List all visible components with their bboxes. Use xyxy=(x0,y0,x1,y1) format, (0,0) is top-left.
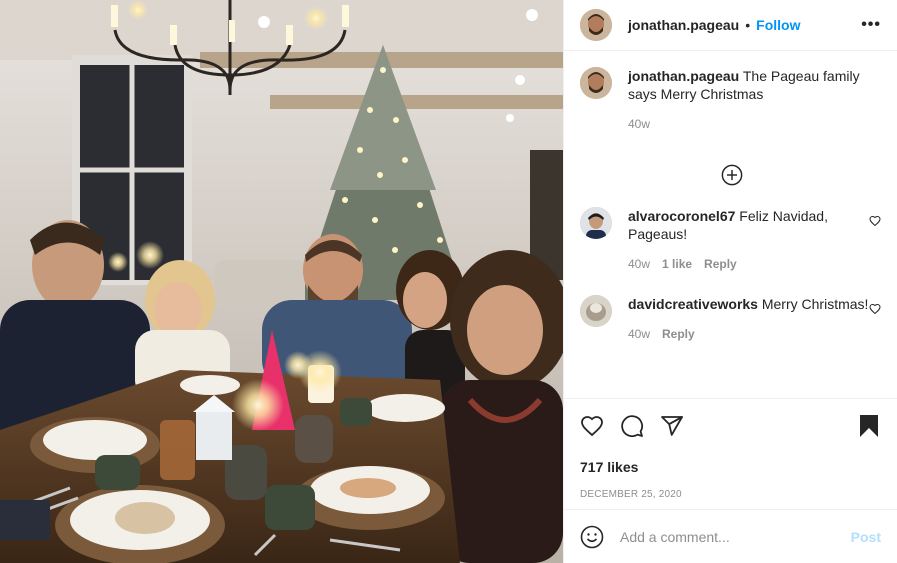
emoji-icon[interactable] xyxy=(580,525,604,549)
comment-text: Merry Christmas! xyxy=(761,296,869,312)
commenter-avatar-image xyxy=(580,207,612,239)
comment-input[interactable] xyxy=(620,528,840,545)
author-avatar[interactable] xyxy=(580,9,612,41)
commenter-avatar[interactable] xyxy=(580,207,612,239)
post-actions: 717 likes DECEMBER 25, 2020 xyxy=(564,398,897,500)
post-side-panel: jonathan.pageau • Follow ••• jonathan.pa… xyxy=(563,0,897,563)
caption: jonathan.pageau The Pageau family says M… xyxy=(580,67,881,133)
post-photo[interactable] xyxy=(0,0,563,563)
comment-username[interactable]: davidcreativeworks xyxy=(628,296,758,312)
more-options-icon[interactable]: ••• xyxy=(861,16,881,34)
separator-dot: • xyxy=(745,17,751,33)
post-header: jonathan.pageau • Follow ••• xyxy=(564,0,897,51)
comment-likes[interactable]: 1 like xyxy=(662,255,692,273)
comment-heart-icon[interactable] xyxy=(869,215,881,227)
likes-count[interactable]: 717 likes xyxy=(580,459,881,475)
comments-list: jonathan.pageau The Pageau family says M… xyxy=(564,51,897,398)
comment-item: davidcreativeworks Merry Christmas! 40w … xyxy=(580,295,881,343)
author-avatar[interactable] xyxy=(580,67,612,99)
commenter-avatar-image xyxy=(580,295,612,327)
add-comment-bar: Post xyxy=(564,509,897,563)
reply-button[interactable]: Reply xyxy=(662,325,695,343)
comment-item: alvarocoronel67 Feliz Navidad, Pageaus! … xyxy=(580,207,881,273)
caption-username[interactable]: jonathan.pageau xyxy=(628,68,739,84)
comment-age[interactable]: 40w xyxy=(628,255,650,273)
post-date[interactable]: DECEMBER 25, 2020 xyxy=(580,489,881,500)
post-comment-button[interactable]: Post xyxy=(851,529,881,545)
photo-image xyxy=(0,0,563,563)
comment-age[interactable]: 40w xyxy=(628,325,650,343)
heart-icon[interactable] xyxy=(580,414,604,438)
reply-button[interactable]: Reply xyxy=(704,255,737,273)
comment-icon[interactable] xyxy=(620,414,644,438)
caption-age[interactable]: 40w xyxy=(628,115,650,133)
comment-heart-icon[interactable] xyxy=(869,303,881,315)
author-avatar-image xyxy=(580,9,612,41)
commenter-avatar[interactable] xyxy=(580,295,612,327)
instagram-post: jonathan.pageau • Follow ••• jonathan.pa… xyxy=(0,0,897,563)
bookmark-icon[interactable] xyxy=(857,414,881,438)
author-avatar-image xyxy=(580,67,612,99)
plus-circle-icon[interactable] xyxy=(721,164,743,186)
comment-username[interactable]: alvarocoronel67 xyxy=(628,208,735,224)
action-bar xyxy=(580,411,881,441)
share-icon[interactable] xyxy=(660,414,684,438)
follow-button[interactable]: Follow xyxy=(756,17,800,33)
author-username[interactable]: jonathan.pageau xyxy=(628,17,739,33)
